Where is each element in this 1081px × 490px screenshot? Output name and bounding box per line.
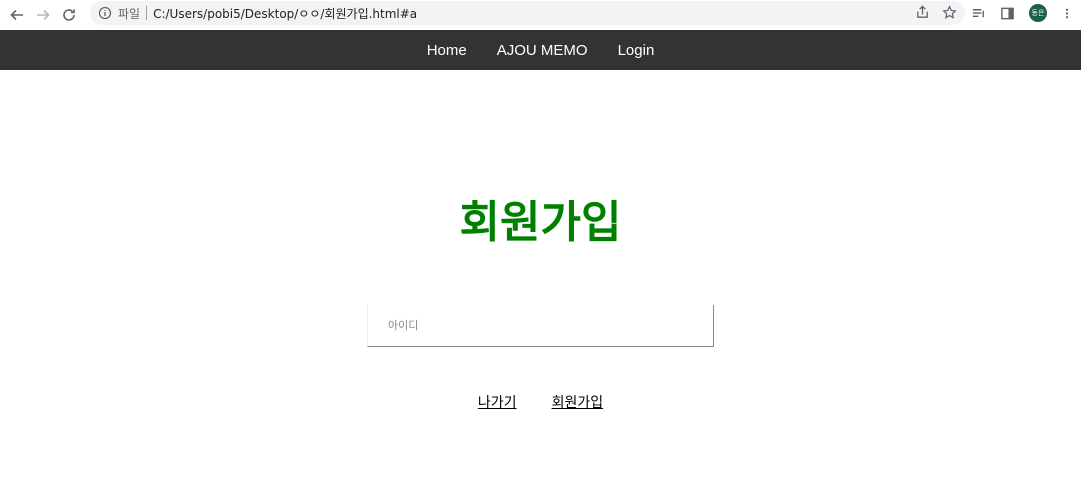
signup-link[interactable]: 회원가입 bbox=[552, 395, 604, 411]
reload-icon bbox=[63, 9, 75, 21]
address-bar[interactable]: 파일 C:/Users/pobi5/Desktop/ㅇㅇ/회원가입.html#a bbox=[90, 1, 965, 25]
arrow-left-icon bbox=[10, 9, 23, 21]
media-queue-icon[interactable] bbox=[971, 6, 986, 21]
back-button[interactable] bbox=[4, 2, 30, 28]
star-icon[interactable] bbox=[942, 5, 957, 20]
avatar[interactable]: 동은 bbox=[1029, 4, 1047, 22]
id-input[interactable] bbox=[367, 305, 714, 347]
url-text[interactable]: C:/Users/pobi5/Desktop/ㅇㅇ/회원가입.html#a bbox=[153, 5, 417, 22]
info-icon bbox=[98, 6, 112, 20]
reload-button[interactable] bbox=[56, 2, 82, 28]
nav-home[interactable]: Home bbox=[427, 42, 467, 59]
side-panel-icon[interactable] bbox=[1000, 6, 1015, 21]
arrow-right-icon bbox=[37, 9, 50, 21]
nav-ajou-memo[interactable]: AJOU MEMO bbox=[497, 42, 588, 59]
forward-button[interactable] bbox=[30, 2, 56, 28]
nav-login[interactable]: Login bbox=[618, 42, 655, 59]
action-links: 나가기 회원가입 bbox=[0, 392, 1081, 412]
page-title: 회원가입 bbox=[459, 197, 622, 248]
exit-link[interactable]: 나가기 bbox=[478, 395, 517, 411]
browser-toolbar: 파일 C:/Users/pobi5/Desktop/ㅇㅇ/회원가입.html#a… bbox=[0, 0, 1081, 30]
divider bbox=[146, 6, 148, 20]
top-nav: Home AJOU MEMO Login bbox=[0, 30, 1081, 70]
share-icon[interactable] bbox=[915, 5, 930, 20]
kebab-menu-icon[interactable] bbox=[1061, 6, 1073, 21]
file-label: 파일 bbox=[118, 6, 141, 21]
